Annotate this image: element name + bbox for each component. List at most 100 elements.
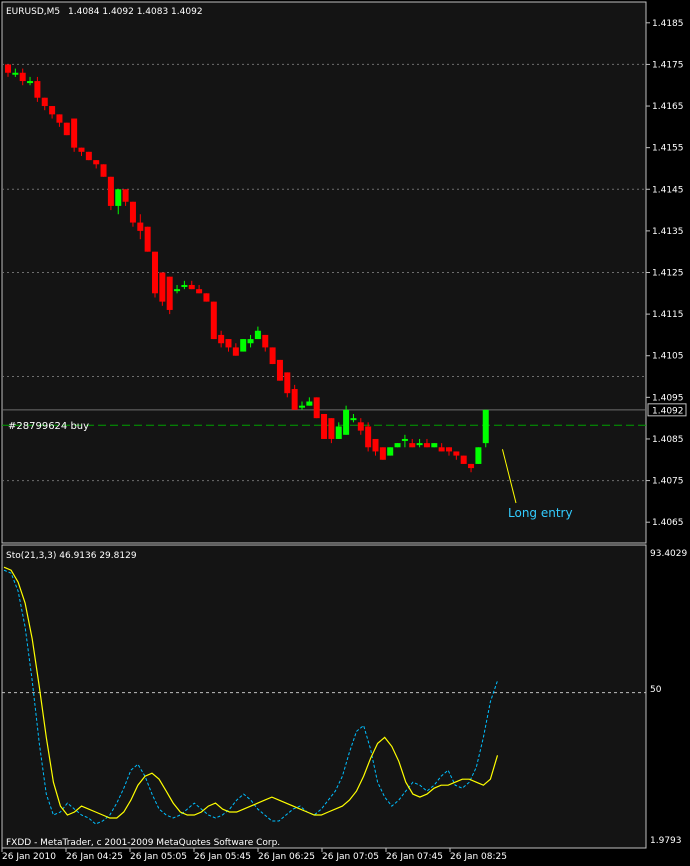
copyright-footer: FXDD - MetaTrader, c 2001-2009 MetaQuote… <box>6 838 280 848</box>
bear-candle <box>313 397 320 419</box>
ohlc-readout: 1.4084 1.4092 1.4083 1.4092 <box>68 7 203 17</box>
bear-candle <box>56 114 63 123</box>
bear-candle <box>188 284 195 290</box>
order-label: #28799624 buy <box>8 421 89 432</box>
price-tick-label: 1.4135 <box>652 227 684 237</box>
current-price-label: 1.4092 <box>652 406 684 416</box>
bull-candle <box>247 339 254 344</box>
time-tick-label: 26 Jan 2010 <box>2 852 56 862</box>
bear-candle <box>203 293 210 302</box>
bull-candle <box>181 284 188 287</box>
bull-candle <box>174 289 181 292</box>
bull-candle <box>350 418 357 421</box>
bull-candle <box>482 409 489 444</box>
price-tick-label: 1.4125 <box>652 269 684 279</box>
bull-candle <box>475 447 482 464</box>
bear-candle <box>78 147 85 152</box>
bear-candle <box>41 97 48 107</box>
bear-candle <box>232 347 239 356</box>
bear-candle <box>291 389 298 410</box>
bear-candle <box>446 447 452 452</box>
price-tick-label: 1.4095 <box>652 393 684 403</box>
time-tick-label: 26 Jan 07:05 <box>322 852 379 862</box>
bear-candle <box>144 226 151 252</box>
stochastic-panel[interactable]: Sto(21,3,3) 46.9136 29.8129 93.4029 50 1… <box>1 544 687 849</box>
bear-candle <box>379 447 386 460</box>
bull-candle <box>299 405 305 408</box>
bear-candle <box>63 122 70 136</box>
bear-candle <box>225 339 232 348</box>
long-entry-annotation: Long entry <box>508 506 573 520</box>
bull-candle <box>306 401 313 406</box>
bear-candle <box>19 72 26 82</box>
bear-candle <box>34 81 41 98</box>
bear-candle <box>196 289 203 294</box>
price-tick-label: 1.4105 <box>652 352 684 362</box>
bear-candle <box>152 251 158 294</box>
bear-candle <box>218 334 225 344</box>
bull-candle <box>12 72 19 75</box>
bear-candle <box>321 413 328 439</box>
bull-candle <box>387 447 394 456</box>
symbol-title: EURUSD,M5 <box>6 7 60 17</box>
price-tick-label: 1.4065 <box>652 518 684 528</box>
bear-candle <box>159 272 166 302</box>
bear-candle <box>409 443 416 448</box>
price-tick-label: 1.4165 <box>652 102 684 112</box>
time-tick-label: 26 Jan 04:25 <box>66 852 123 862</box>
bull-candle <box>401 438 408 441</box>
bear-candle <box>71 118 78 148</box>
time-tick-label: 26 Jan 06:25 <box>258 852 315 862</box>
trading-chart[interactable]: 1.4185 1.4175 1.4165 1.4155 1.4145 1.4135 1.41… <box>0 0 690 866</box>
bear-candle <box>372 438 379 452</box>
bull-candle <box>394 443 401 448</box>
bull-candle <box>254 330 261 340</box>
price-tick-label: 1.4185 <box>652 19 684 29</box>
bull-candle <box>335 426 342 439</box>
price-tick-label: 1.4075 <box>652 477 684 487</box>
time-tick-label: 26 Jan 05:05 <box>130 852 187 862</box>
bear-candle <box>137 222 144 231</box>
stochastic-min-tick: 1.9793 <box>650 836 682 846</box>
stochastic-label: Sto(21,3,3) 46.9136 29.8129 <box>6 551 137 561</box>
bull-candle <box>343 409 350 435</box>
bear-candle <box>276 359 283 381</box>
bear-candle <box>460 455 467 464</box>
bear-candle <box>85 151 92 161</box>
bull-candle <box>27 81 34 84</box>
bear-candle <box>93 160 100 165</box>
bull-candle <box>115 189 122 206</box>
price-tick-label: 1.4155 <box>652 144 684 154</box>
bear-candle <box>122 189 129 202</box>
bull-candle <box>431 443 438 448</box>
bull-candle <box>416 443 423 446</box>
bear-candle <box>129 201 136 223</box>
bear-candle <box>262 334 269 348</box>
bear-candle <box>210 301 217 340</box>
stochastic-level-tick: 50 <box>650 685 662 695</box>
bear-candle <box>5 64 11 73</box>
bear-candle <box>438 447 445 452</box>
time-tick-label: 26 Jan 08:25 <box>450 852 507 862</box>
bear-candle <box>468 463 475 469</box>
price-panel[interactable]: 1.4185 1.4175 1.4165 1.4155 1.4145 1.4135 1.41… <box>1 1 687 544</box>
bear-candle <box>284 372 291 394</box>
bear-candle <box>107 176 114 206</box>
stochastic-panel-frame <box>1 544 647 849</box>
time-tick-label: 26 Jan 07:45 <box>386 852 443 862</box>
bear-candle <box>100 164 107 177</box>
bear-candle <box>166 276 173 310</box>
price-tick-label: 1.4085 <box>652 435 684 445</box>
bull-candle <box>240 339 247 352</box>
bear-candle <box>49 106 56 115</box>
bear-candle <box>365 426 372 448</box>
bear-candle <box>453 451 460 456</box>
price-tick-label: 1.4175 <box>652 60 684 70</box>
time-tick-label: 26 Jan 05:45 <box>194 852 251 862</box>
stochastic-max-tick: 93.4029 <box>650 549 687 559</box>
price-tick-label: 1.4145 <box>652 185 684 195</box>
bear-candle <box>269 347 276 365</box>
bear-candle <box>328 418 335 439</box>
bear-candle <box>357 422 364 431</box>
price-tick-label: 1.4115 <box>652 310 684 320</box>
